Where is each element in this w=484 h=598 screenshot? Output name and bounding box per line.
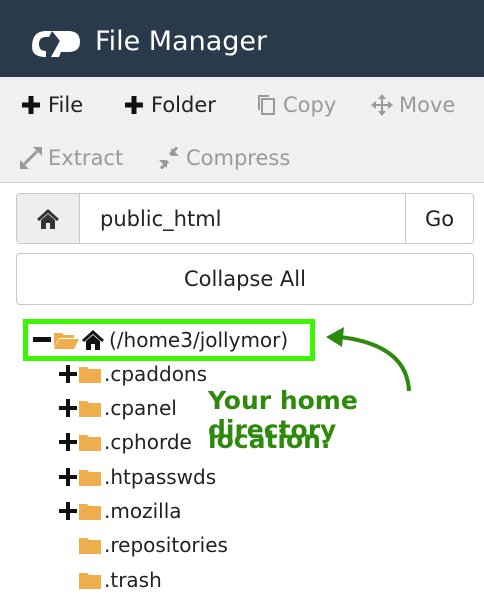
tree-item-label: .htpasswds [104,465,217,489]
tree-item[interactable]: .mozilla [58,498,182,524]
new-folder-label: Folder [151,93,216,117]
path-bar: Go [16,193,474,244]
compress-label: Compress [186,146,291,170]
cpanel-logo-icon [32,31,80,57]
go-button[interactable]: Go [405,194,473,243]
folder-icon [78,432,102,452]
tree-item-label: .repositories [104,533,228,557]
expand-plus-icon[interactable] [58,467,78,487]
copy-icon [255,94,277,116]
folder-icon [78,398,102,418]
path-input[interactable] [80,194,405,243]
folder-icon [78,501,102,521]
app-title: File Manager [95,26,268,57]
tree-item[interactable]: .htpasswds [58,464,216,490]
compress-button[interactable]: Compress [158,143,290,173]
home-icon [37,208,59,229]
tree-item-label: .cpaddons [104,362,208,386]
app-header: File Manager [0,0,484,77]
tree-item[interactable]: .trash [58,567,162,593]
tree-item[interactable]: .cpaddons [58,361,207,387]
home-button[interactable] [17,194,80,243]
compress-arrows-icon [158,147,180,169]
folder-icon [78,570,102,590]
folder-icon [78,535,102,555]
move-label: Move [399,93,456,117]
expand-plus-icon[interactable] [58,398,78,418]
tree-item[interactable]: .cpanel [58,395,177,421]
expand-plus-icon[interactable] [58,364,78,384]
tree-root-label: (/home3/jollymor) [109,328,289,352]
expand-arrows-icon [20,147,42,169]
collapse-all-button[interactable]: Collapse All [16,253,474,305]
tree-item-label: .trash [104,568,162,592]
tree-item-label: .cphorde [104,430,192,454]
folder-icon [78,467,102,487]
tree-item[interactable]: .cphorde [58,429,192,455]
no-toggle-spacer [58,570,78,590]
no-toggle-spacer [58,535,78,555]
extract-button[interactable]: Extract [20,143,123,173]
extract-label: Extract [48,146,124,170]
new-file-label: File [48,93,84,117]
annotation-arrow-icon [326,327,411,392]
collapse-minus-icon [33,337,51,342]
folder-icon [78,364,102,384]
home-icon [82,330,104,350]
expand-plus-icon[interactable] [58,432,78,452]
new-file-button[interactable]: File [20,90,83,120]
move-arrows-icon [371,94,393,116]
new-folder-button[interactable]: Folder [123,90,216,120]
plus-icon [20,94,42,116]
plus-icon [123,94,145,116]
toolbar: File Folder Copy Move Extract Compress [0,77,484,183]
tree-item-label: .mozilla [104,499,182,523]
move-button[interactable]: Move [371,90,455,120]
tree-item-label: .cpanel [104,396,177,420]
annotation-line-2: location. [208,425,331,454]
copy-label: Copy [283,93,337,117]
tree-root-home[interactable]: (/home3/jollymor) [23,319,315,361]
expand-plus-icon[interactable] [58,501,78,521]
tree-item[interactable]: .repositories [58,532,228,558]
open-folder-icon [54,333,79,349]
copy-button[interactable]: Copy [255,90,336,120]
